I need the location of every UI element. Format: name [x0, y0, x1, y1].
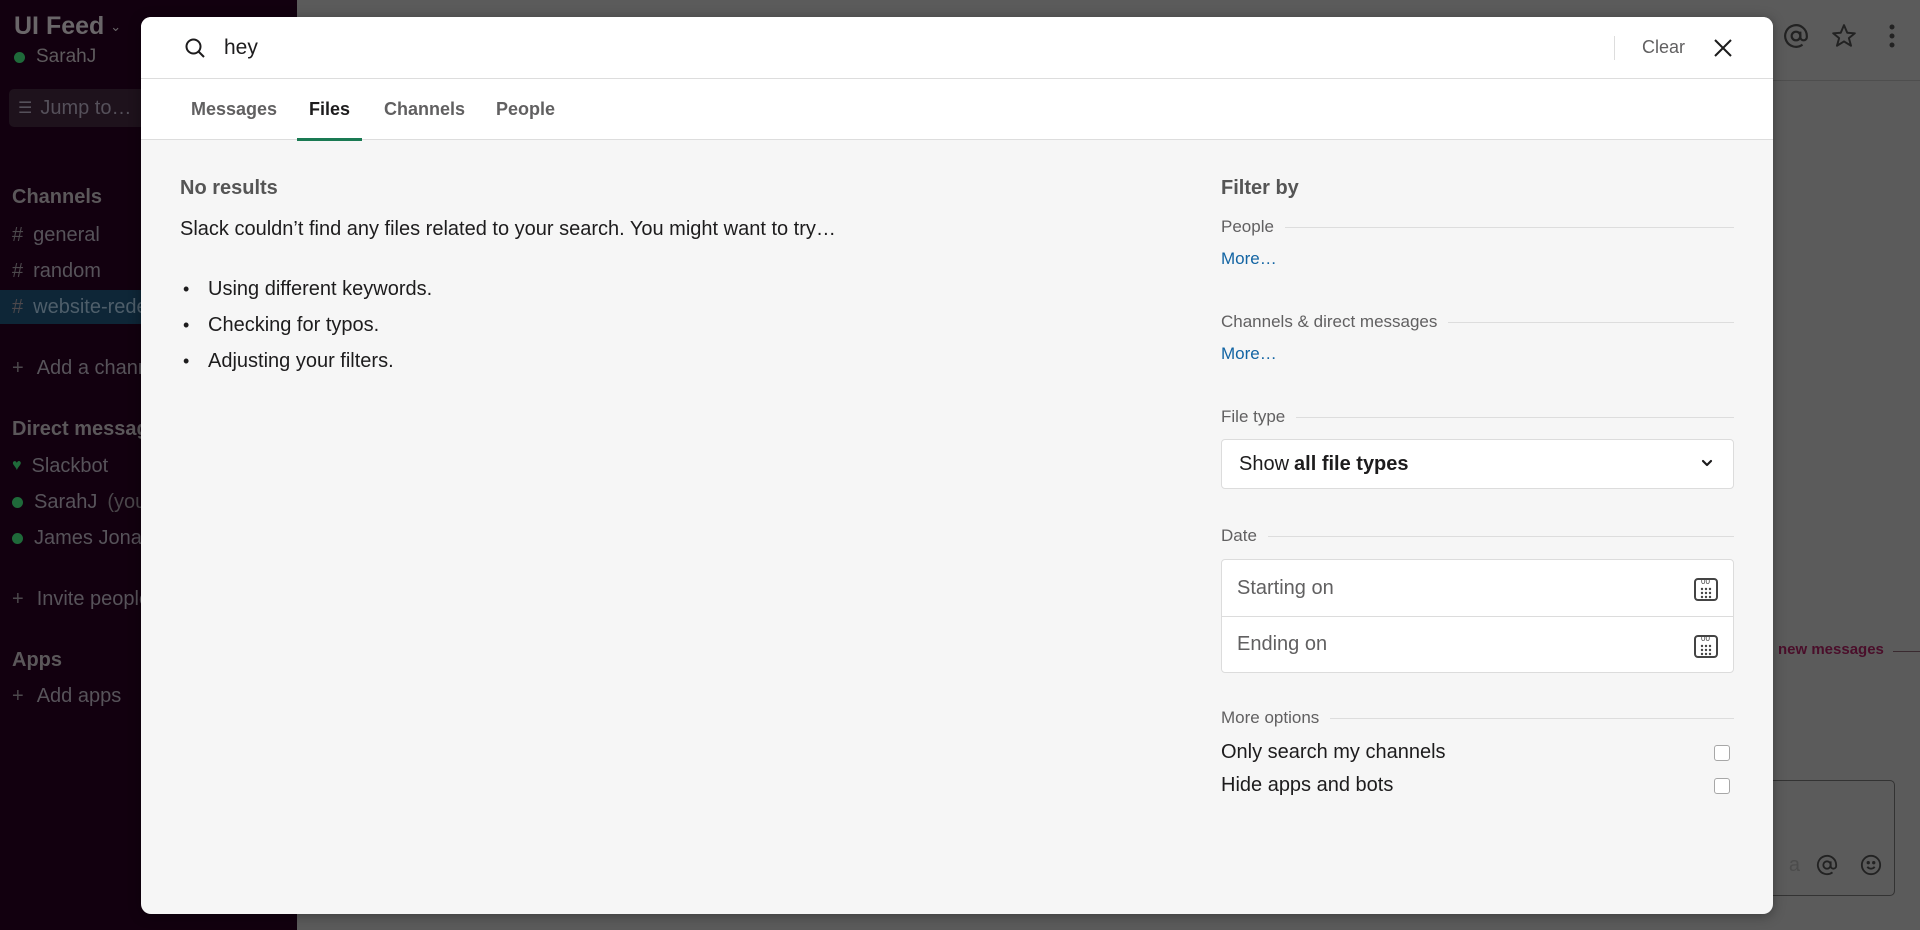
hash-icon: #: [12, 295, 24, 318]
clear-close-separator: [1614, 36, 1615, 60]
apps-section-header[interactable]: Apps: [12, 649, 62, 672]
star-icon[interactable]: [1830, 22, 1858, 50]
tab-people[interactable]: People: [496, 79, 555, 140]
ending-on-placeholder: Ending on: [1237, 633, 1328, 655]
divider: [1267, 535, 1734, 537]
add-apps-label: Add apps: [36, 684, 122, 707]
svg-text:00: 00: [1701, 634, 1710, 643]
channels-section-header[interactable]: Channels: [12, 186, 102, 209]
file-type-prefix: Show: [1239, 452, 1290, 475]
header-actions: [1782, 22, 1920, 50]
online-status-icon: [12, 496, 23, 508]
channels-filter-label: Channels & direct messages: [1221, 310, 1734, 334]
workspace-name-text: UI Feed: [14, 12, 105, 40]
filter-panel: Filter by People More… Channels & direct…: [1221, 177, 1734, 802]
bullet-icon: •: [183, 278, 190, 299]
file-type-select[interactable]: Show all file types: [1221, 439, 1734, 489]
option-label: Hide apps and bots: [1221, 774, 1394, 796]
clear-button[interactable]: Clear: [1642, 37, 1685, 58]
jump-to-label: Jump to…: [40, 96, 132, 119]
search-bar: Clear: [141, 17, 1773, 79]
suggestion-text: Checking for typos.: [208, 313, 380, 336]
channels-more-link[interactable]: More…: [1221, 344, 1277, 364]
option-hide-apps-bots[interactable]: Hide apps and bots: [1221, 769, 1734, 802]
date-range: Starting on 00 Ending on 00: [1221, 559, 1734, 673]
svg-text:00: 00: [1701, 577, 1710, 586]
divider: [1296, 416, 1734, 418]
chevron-down-icon: ⌄: [110, 19, 122, 35]
suggestions-list: • Using different keywords. • Checking for…: [180, 271, 432, 379]
plus-icon: +: [12, 587, 24, 610]
new-messages-divider-label: new messages: [1778, 641, 1884, 658]
channels-filter-label-text: Channels & direct messages: [1221, 312, 1438, 331]
suggestion-text: Using different keywords.: [208, 277, 433, 300]
workspace-name[interactable]: UI Feed ⌄: [14, 12, 121, 41]
current-user: SarahJ: [14, 46, 96, 68]
starting-on-input[interactable]: Starting on 00: [1222, 560, 1733, 616]
hash-icon: #: [12, 223, 24, 246]
plus-icon: +: [12, 684, 24, 707]
calendar-icon[interactable]: 00: [1693, 574, 1719, 602]
dm-name: Slackbot: [31, 454, 109, 477]
mention-icon[interactable]: [1816, 854, 1838, 881]
dm-name: James Jonas: [34, 526, 152, 549]
suggestion-text: Adjusting your filters.: [208, 349, 394, 372]
no-results-title: No results: [180, 177, 278, 199]
more-options-label-text: More options: [1221, 708, 1320, 727]
tab-channels[interactable]: Channels: [384, 79, 465, 140]
option-label: Only search my channels: [1221, 741, 1446, 763]
current-user-name: SarahJ: [36, 46, 97, 67]
divider: [1330, 717, 1734, 719]
online-status-icon: [14, 51, 25, 63]
tab-files[interactable]: Files: [296, 79, 363, 141]
search-tabs: Messages Files Channels People: [141, 79, 1773, 141]
invite-people-label: Invite people: [36, 587, 151, 610]
search-input[interactable]: [224, 29, 1524, 67]
only-my-channels-checkbox[interactable]: [1714, 744, 1730, 761]
date-filter-label: Date: [1221, 524, 1734, 548]
no-results-description: Slack couldn’t find any files related to…: [180, 218, 836, 240]
more-vertical-icon[interactable]: [1878, 22, 1906, 50]
file-type-filter-label: File type: [1221, 405, 1734, 429]
channel-name: random: [33, 259, 101, 282]
channel-name: general: [33, 223, 100, 246]
emoji-icon[interactable]: [1860, 854, 1882, 881]
dm-name: SarahJ: [34, 490, 98, 513]
chevron-down-icon: [1701, 459, 1713, 467]
jump-to-icon: ☰: [18, 100, 33, 117]
hide-apps-bots-checkbox[interactable]: [1714, 777, 1730, 794]
filter-title: Filter by: [1221, 177, 1299, 199]
date-filter-label-text: Date: [1221, 526, 1257, 545]
composer-placeholder-tail: a: [1788, 854, 1800, 876]
mentions-icon[interactable]: [1782, 22, 1810, 50]
bullet-icon: •: [183, 350, 190, 371]
divider: [1448, 321, 1734, 323]
option-only-my-channels[interactable]: Only search my channels: [1221, 736, 1734, 769]
people-filter-label: People: [1221, 215, 1734, 239]
starting-on-placeholder: Starting on: [1237, 576, 1334, 599]
plus-icon: +: [12, 356, 24, 379]
suggestion-item: • Adjusting your filters.: [180, 343, 432, 379]
file-type-filter-label-text: File type: [1221, 407, 1286, 426]
more-options-label: More options: [1221, 706, 1734, 730]
suggestion-item: • Using different keywords.: [180, 271, 432, 307]
tab-messages[interactable]: Messages: [191, 79, 277, 140]
file-type-value: all file types: [1294, 452, 1409, 475]
calendar-icon[interactable]: 00: [1693, 631, 1719, 659]
suggestion-item: • Checking for typos.: [180, 307, 432, 343]
people-more-link[interactable]: More…: [1221, 249, 1277, 269]
people-filter-label-text: People: [1221, 217, 1274, 236]
heart-icon: ♥: [12, 457, 22, 474]
search-modal: Clear Messages Files Channels People No …: [141, 17, 1773, 914]
search-icon: [185, 38, 205, 58]
online-status-icon: [12, 532, 23, 544]
hash-icon: #: [12, 259, 24, 282]
bullet-icon: •: [183, 314, 190, 335]
close-icon[interactable]: [1711, 36, 1735, 60]
divider: [1284, 226, 1734, 228]
ending-on-input[interactable]: Ending on 00: [1222, 616, 1733, 672]
new-messages-divider-line: [1893, 651, 1920, 652]
